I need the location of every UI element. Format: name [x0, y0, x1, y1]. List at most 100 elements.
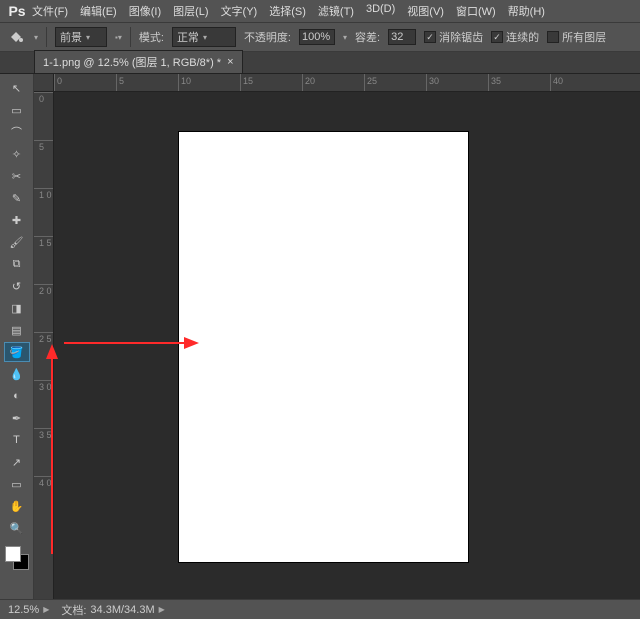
- tolerance-label: 容差:: [355, 29, 380, 45]
- mode-label: 模式:: [139, 29, 164, 45]
- menu-layer[interactable]: 图层(L): [171, 1, 210, 21]
- mode-dropdown[interactable]: 正常 ▾: [172, 27, 236, 47]
- all-layers-checkbox[interactable]: 所有图层: [547, 29, 606, 45]
- bucket-icon[interactable]: [6, 27, 26, 47]
- zoom-status[interactable]: 12.5% ▶: [8, 604, 49, 616]
- ruler-mark: 40: [550, 74, 612, 91]
- opacity-chevron-icon[interactable]: ▾: [343, 33, 347, 42]
- opacity-input[interactable]: 100%: [299, 29, 335, 45]
- tool-dodge[interactable]: ◐: [4, 386, 30, 406]
- ruler-mark: 1 0: [34, 188, 53, 236]
- workspace: ↖▭⌒✧✂✎✚🖌⧉↺◨▤🪣💧◐✒T↗▭✋🔍 0510152025303540 0…: [0, 74, 640, 599]
- status-bar: 12.5% ▶ 文档: 34.3M/34.3M ▶: [0, 599, 640, 619]
- fill-source-dropdown[interactable]: 前景 ▾: [55, 27, 107, 47]
- tool-hand[interactable]: ✋: [4, 496, 30, 516]
- chevron-right-icon: ▶: [159, 605, 165, 614]
- menu-type[interactable]: 文字(Y): [219, 1, 260, 21]
- menu-window[interactable]: 窗口(W): [454, 1, 498, 21]
- tool-brush[interactable]: 🖌: [4, 232, 30, 252]
- tab-bar: 1-1.png @ 12.5% (图层 1, RGB/8*) * ×: [0, 52, 640, 74]
- menu-file[interactable]: 文件(F): [30, 1, 70, 21]
- tool-history-brush[interactable]: ↺: [4, 276, 30, 296]
- tool-path[interactable]: ↗: [4, 452, 30, 472]
- chevron-down-icon: ▾: [86, 33, 90, 42]
- tool-gradient[interactable]: ▤: [4, 320, 30, 340]
- tool-type[interactable]: T: [4, 430, 30, 450]
- contiguous-label: 连续的: [506, 29, 539, 45]
- menu-filter[interactable]: 滤镜(T): [316, 1, 356, 21]
- ruler-mark: 20: [302, 74, 364, 91]
- tool-zoom[interactable]: 🔍: [4, 518, 30, 538]
- separator: [46, 27, 47, 47]
- ruler-mark: 2 0: [34, 284, 53, 332]
- ruler-mark: 2 5: [34, 332, 53, 380]
- tool-preset-chevron-icon[interactable]: ▾: [34, 33, 38, 42]
- ruler-vertical[interactable]: 051 01 52 02 53 03 54 0: [34, 92, 54, 599]
- tool-shape[interactable]: ▭: [4, 474, 30, 494]
- tool-stamp[interactable]: ⧉: [4, 254, 30, 274]
- menu-items: 文件(F) 编辑(E) 图像(I) 图层(L) 文字(Y) 选择(S) 滤镜(T…: [30, 1, 547, 21]
- ruler-mark: 15: [240, 74, 302, 91]
- ruler-mark: 3 0: [34, 380, 53, 428]
- ruler-mark: 5: [34, 140, 53, 188]
- tool-wand[interactable]: ✧: [4, 144, 30, 164]
- doc-info[interactable]: 文档: 34.3M/34.3M ▶: [61, 602, 164, 618]
- doc-label: 文档:: [61, 602, 86, 618]
- mode-value: 正常: [177, 29, 199, 45]
- ruler-mark: 5: [116, 74, 178, 91]
- toolbox: ↖▭⌒✧✂✎✚🖌⧉↺◨▤🪣💧◐✒T↗▭✋🔍: [0, 74, 34, 599]
- tool-bucket[interactable]: 🪣: [4, 342, 30, 362]
- pattern-picker-icon[interactable]: ▪▾: [115, 33, 122, 42]
- menu-select[interactable]: 选择(S): [267, 1, 308, 21]
- antialias-checkbox[interactable]: ✓ 消除锯齿: [424, 29, 483, 45]
- ruler-mark: 25: [364, 74, 426, 91]
- zoom-value: 12.5%: [8, 604, 39, 616]
- ruler-mark: 1 5: [34, 236, 53, 284]
- tool-marquee[interactable]: ▭: [4, 100, 30, 120]
- all-layers-label: 所有图层: [562, 29, 606, 45]
- app-logo: Ps: [4, 0, 30, 22]
- ruler-mark: 10: [178, 74, 240, 91]
- tool-blur[interactable]: 💧: [4, 364, 30, 384]
- opacity-label: 不透明度:: [244, 29, 291, 45]
- canvas-area: 0510152025303540 051 01 52 02 53 03 54 0: [34, 74, 640, 599]
- options-bar: ▾ 前景 ▾ ▪▾ 模式: 正常 ▾ 不透明度: 100% ▾ 容差: 32 ✓…: [0, 22, 640, 52]
- menu-image[interactable]: 图像(I): [127, 1, 163, 21]
- tool-pen[interactable]: ✒: [4, 408, 30, 428]
- ruler-mark: 4 0: [34, 476, 53, 524]
- canvas[interactable]: [179, 132, 468, 562]
- ruler-horizontal[interactable]: 0510152025303540: [54, 74, 640, 92]
- tab-title: 1-1.png @ 12.5% (图层 1, RGB/8*) *: [43, 54, 221, 70]
- tool-lasso[interactable]: ⌒: [4, 122, 30, 142]
- checkbox-icon: ✓: [491, 31, 503, 43]
- tool-eraser[interactable]: ◨: [4, 298, 30, 318]
- tool-move[interactable]: ↖: [4, 78, 30, 98]
- ruler-corner: [34, 74, 54, 92]
- menu-help[interactable]: 帮助(H): [506, 1, 547, 21]
- tolerance-input[interactable]: 32: [388, 29, 416, 45]
- chevron-down-icon: ▾: [203, 33, 207, 42]
- antialias-label: 消除锯齿: [439, 29, 483, 45]
- fill-source-value: 前景: [60, 29, 82, 45]
- menubar: Ps 文件(F) 编辑(E) 图像(I) 图层(L) 文字(Y) 选择(S) 滤…: [0, 0, 640, 22]
- ruler-mark: 0: [54, 74, 116, 91]
- checkbox-icon: [547, 31, 559, 43]
- document-tab[interactable]: 1-1.png @ 12.5% (图层 1, RGB/8*) * ×: [34, 50, 243, 73]
- separator: [130, 27, 131, 47]
- tool-healing[interactable]: ✚: [4, 210, 30, 230]
- tool-eyedropper[interactable]: ✎: [4, 188, 30, 208]
- ruler-mark: 35: [488, 74, 550, 91]
- doc-value: 34.3M/34.3M: [90, 604, 154, 616]
- ruler-mark: 30: [426, 74, 488, 91]
- contiguous-checkbox[interactable]: ✓ 连续的: [491, 29, 539, 45]
- color-swatches[interactable]: [5, 546, 29, 570]
- foreground-swatch[interactable]: [5, 546, 21, 562]
- menu-view[interactable]: 视图(V): [405, 1, 446, 21]
- close-icon[interactable]: ×: [227, 56, 233, 68]
- menu-3d[interactable]: 3D(D): [364, 1, 397, 21]
- menu-edit[interactable]: 编辑(E): [78, 1, 119, 21]
- chevron-right-icon: ▶: [43, 605, 49, 614]
- ruler-mark: 0: [34, 92, 53, 140]
- tool-crop[interactable]: ✂: [4, 166, 30, 186]
- checkbox-icon: ✓: [424, 31, 436, 43]
